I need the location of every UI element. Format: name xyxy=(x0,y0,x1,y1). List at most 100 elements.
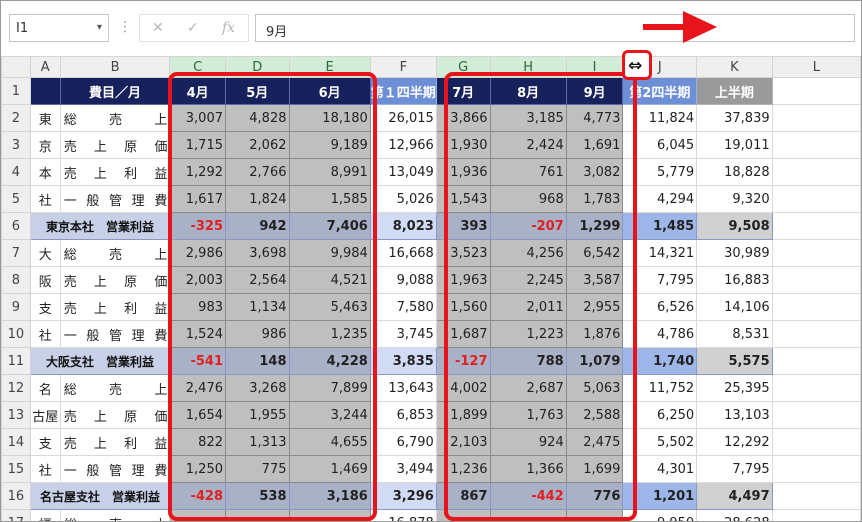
value-cell[interactable]: 19,011 xyxy=(696,131,773,159)
empty-cell[interactable] xyxy=(771,320,861,348)
value-cell[interactable]: 16,668 xyxy=(369,239,437,267)
value-cell[interactable]: 9,320 xyxy=(696,185,773,213)
value-cell[interactable]: 12,292 xyxy=(696,428,773,456)
branch-cell[interactable]: 支 xyxy=(29,428,61,456)
branch-cell[interactable]: 古屋 xyxy=(29,401,61,429)
subtotal-label[interactable]: 大阪支社 営業利益 xyxy=(29,347,171,375)
formula-input[interactable]: 9月 xyxy=(255,14,855,42)
branch-cell[interactable]: 東 xyxy=(29,104,61,132)
item-cell[interactable]: 一般管理費 xyxy=(59,185,171,213)
row-header[interactable]: 17 xyxy=(1,509,31,521)
row-header[interactable]: 16 xyxy=(1,482,31,510)
function-icon[interactable]: fx xyxy=(222,20,235,36)
value-cell[interactable]: 12,966 xyxy=(369,131,437,159)
value-cell[interactable]: 5,575 xyxy=(696,347,773,375)
item-cell[interactable]: 売上原価 xyxy=(59,401,171,429)
column-header-f[interactable]: F xyxy=(369,56,437,78)
value-cell[interactable]: 3,296 xyxy=(369,482,437,510)
cancel-icon[interactable]: ✕ xyxy=(152,20,164,36)
value-cell[interactable]: 7,580 xyxy=(369,293,437,321)
row-header[interactable]: 11 xyxy=(1,347,31,375)
row-header[interactable]: 5 xyxy=(1,185,31,213)
empty-cell[interactable] xyxy=(771,482,861,510)
value-cell[interactable]: 6,790 xyxy=(369,428,437,456)
row-header[interactable]: 12 xyxy=(1,374,31,402)
value-cell[interactable]: 6,853 xyxy=(369,401,437,429)
item-cell[interactable]: 売上利益 xyxy=(59,158,171,186)
value-cell[interactable]: 9,088 xyxy=(369,266,437,294)
empty-cell[interactable] xyxy=(771,104,861,132)
row-header[interactable]: 3 xyxy=(1,131,31,159)
value-cell[interactable]: 16,883 xyxy=(696,266,773,294)
item-cell[interactable]: 売上原価 xyxy=(59,266,171,294)
empty-cell[interactable] xyxy=(771,401,861,429)
value-cell[interactable]: 16,878 xyxy=(369,509,437,521)
branch-cell[interactable]: 阪 xyxy=(29,266,61,294)
value-cell[interactable]: 13,049 xyxy=(369,158,437,186)
empty-cell[interactable] xyxy=(771,239,861,267)
value-cell[interactable]: 3,835 xyxy=(369,347,437,375)
empty-cell[interactable] xyxy=(771,77,861,105)
value-cell[interactable]: 3,494 xyxy=(369,455,437,483)
item-cell[interactable]: 一般管理費 xyxy=(59,320,171,348)
value-cell[interactable]: 25,395 xyxy=(696,374,773,402)
quarter-header[interactable]: 第１四半期 xyxy=(369,77,437,105)
item-cell[interactable]: 売上利益 xyxy=(59,293,171,321)
row-header[interactable]: 8 xyxy=(1,266,31,294)
empty-cell[interactable] xyxy=(771,347,861,375)
empty-cell[interactable] xyxy=(771,158,861,186)
row-header[interactable]: 9 xyxy=(1,293,31,321)
branch-cell[interactable]: 本 xyxy=(29,158,61,186)
column-header-a[interactable]: A xyxy=(29,56,61,78)
subtotal-label[interactable]: 東京本社 営業利益 xyxy=(29,212,171,240)
row-header[interactable]: 6 xyxy=(1,212,31,240)
item-cell[interactable]: 総 売 上 xyxy=(59,374,171,402)
branch-cell[interactable]: 大 xyxy=(29,239,61,267)
branch-cell[interactable]: 社 xyxy=(29,455,61,483)
item-cell[interactable]: 売上利益 xyxy=(59,428,171,456)
select-all-corner[interactable] xyxy=(1,56,31,78)
value-cell[interactable]: 8,023 xyxy=(369,212,437,240)
item-cell[interactable]: 総 売 上 xyxy=(59,239,171,267)
item-cell[interactable]: 一般管理費 xyxy=(59,455,171,483)
empty-cell[interactable] xyxy=(771,266,861,294)
branch-cell[interactable]: 社 xyxy=(29,185,61,213)
chevron-down-icon[interactable]: ▾ xyxy=(97,22,102,33)
branch-cell[interactable]: 支 xyxy=(29,293,61,321)
row-header[interactable]: 2 xyxy=(1,104,31,132)
empty-cell[interactable] xyxy=(771,455,861,483)
item-cell[interactable]: 総 売 上 xyxy=(59,104,171,132)
value-cell[interactable]: 14,106 xyxy=(696,293,773,321)
half-year-header[interactable]: 上半期 xyxy=(696,77,773,105)
value-cell[interactable]: 30,989 xyxy=(696,239,773,267)
branch-cell[interactable]: 京 xyxy=(29,131,61,159)
header-label[interactable]: 費目／月 xyxy=(59,77,171,105)
row-header[interactable]: 4 xyxy=(1,158,31,186)
branch-cell[interactable]: 名 xyxy=(29,374,61,402)
header-blank[interactable] xyxy=(29,77,61,105)
row-header[interactable]: 13 xyxy=(1,401,31,429)
branch-cell[interactable]: 社 xyxy=(29,320,61,348)
row-header[interactable]: 14 xyxy=(1,428,31,456)
column-header-l[interactable]: L xyxy=(771,56,861,78)
value-cell[interactable]: 26,015 xyxy=(369,104,437,132)
subtotal-label[interactable]: 名古屋支社 営業利益 xyxy=(29,482,171,510)
empty-cell[interactable] xyxy=(771,374,861,402)
column-header-b[interactable]: B xyxy=(59,56,171,78)
row-header[interactable]: 1 xyxy=(1,77,31,105)
empty-cell[interactable] xyxy=(771,509,861,521)
empty-cell[interactable] xyxy=(771,212,861,240)
value-cell[interactable]: 18,828 xyxy=(696,158,773,186)
empty-cell[interactable] xyxy=(771,185,861,213)
check-icon[interactable]: ✓ xyxy=(187,20,199,36)
item-cell[interactable]: 売上原価 xyxy=(59,131,171,159)
empty-cell[interactable] xyxy=(771,428,861,456)
empty-cell[interactable] xyxy=(771,293,861,321)
value-cell[interactable]: 28,628 xyxy=(696,509,773,521)
value-cell[interactable]: 37,839 xyxy=(696,104,773,132)
column-header-k[interactable]: K xyxy=(696,56,773,78)
value-cell[interactable]: 7,795 xyxy=(696,455,773,483)
row-header[interactable]: 7 xyxy=(1,239,31,267)
empty-cell[interactable] xyxy=(771,131,861,159)
row-header[interactable]: 10 xyxy=(1,320,31,348)
